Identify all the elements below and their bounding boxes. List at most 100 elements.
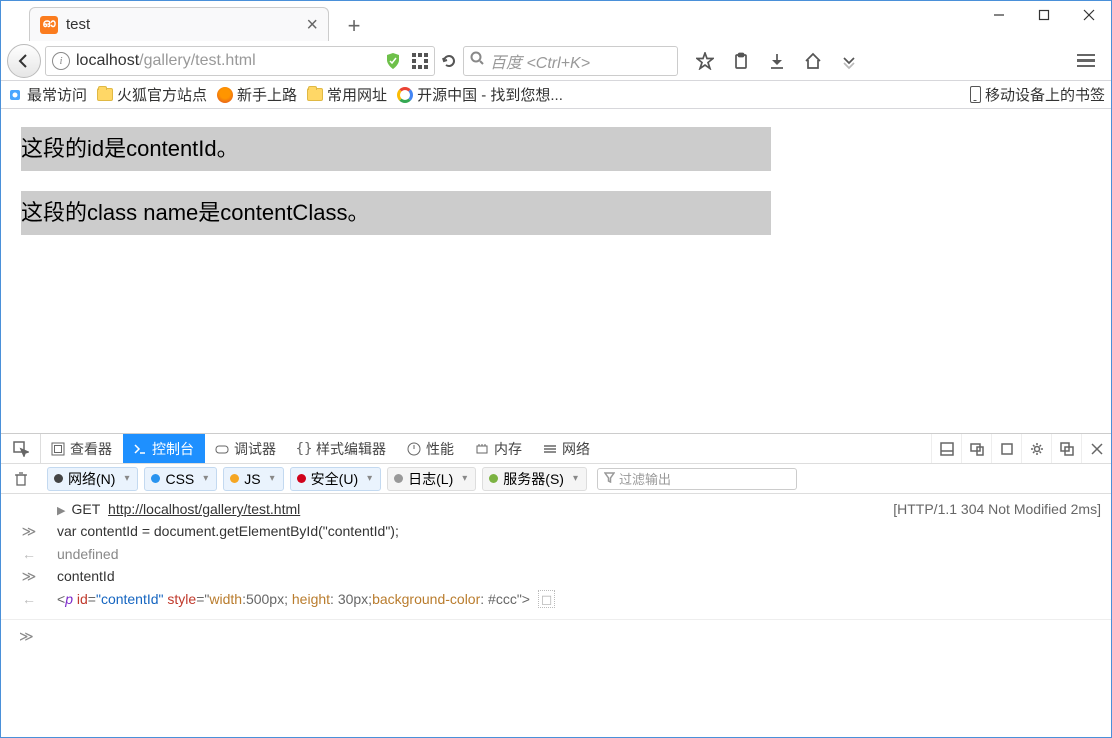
funnel-icon	[604, 471, 615, 486]
filter-placeholder: 过滤输出	[619, 469, 671, 488]
filter-server[interactable]: 服务器(S)▾	[482, 467, 587, 491]
clipboard-icon[interactable]	[724, 46, 758, 76]
request-status: [HTTP/1.1 304 Not Modified 2ms]	[873, 501, 1101, 517]
reload-button[interactable]	[439, 51, 459, 71]
toolbar-icons	[688, 46, 866, 76]
folder-icon	[307, 88, 323, 101]
settings-button[interactable]	[1021, 434, 1051, 463]
responsive-button[interactable]	[961, 434, 991, 463]
console-filter-bar: 网络(N)▾ CSS▾ JS▾ 安全(U)▾ 日志(L)▾ 服务器(S)▾ 过滤…	[1, 464, 1111, 494]
window-controls	[976, 1, 1111, 29]
debugger-icon	[215, 442, 229, 456]
memory-icon	[475, 442, 489, 456]
console-line: var contentId = document.getElementById(…	[57, 523, 1101, 539]
filter-network[interactable]: 网络(N)▾	[47, 467, 138, 491]
chevron-down-icon: ▾	[270, 473, 275, 484]
back-button[interactable]	[7, 44, 41, 78]
bookmark-label: 开源中国 - 找到您想...	[417, 84, 563, 105]
output-arrow-icon: ←	[1, 591, 57, 607]
prompt-icon: ≫	[19, 628, 34, 645]
filter-css[interactable]: CSS▾	[144, 467, 217, 491]
style-icon: {}	[297, 442, 311, 456]
new-tab-button[interactable]: +	[339, 11, 369, 41]
window-titlebar: ഓ test × +	[1, 1, 1111, 41]
tab-memory[interactable]: 内存	[465, 434, 533, 463]
oschina-icon	[397, 87, 413, 103]
request-url[interactable]: http://localhost/gallery/test.html	[108, 501, 300, 517]
bookmark-common-urls[interactable]: 常用网址	[307, 84, 387, 105]
chevron-down-icon: ▾	[124, 473, 129, 484]
maximize-button[interactable]	[1021, 1, 1066, 29]
console-input[interactable]: ≫	[1, 619, 1111, 653]
bookmark-most-visited[interactable]: 最常访问	[7, 84, 87, 105]
devtools-tabbar: 查看器 控制台 调试器 {}样式编辑器 性能 内存 网络	[1, 434, 1111, 464]
console-row-output: ← undefined	[1, 543, 1111, 565]
minimize-button[interactable]	[976, 1, 1021, 29]
bookmark-label: 移动设备上的书签	[985, 84, 1105, 105]
shield-icon[interactable]	[384, 52, 402, 70]
console-row-request[interactable]: ▶GET http://localhost/gallery/test.html …	[1, 498, 1111, 520]
overflow-icon[interactable]	[832, 46, 866, 76]
element-picker-button[interactable]	[1, 434, 41, 463]
console-icon	[133, 442, 147, 456]
tab-close-icon[interactable]: ×	[306, 15, 318, 35]
bookmark-mobile[interactable]: 移动设备上的书签	[970, 84, 1105, 105]
chevron-down-icon: ▾	[203, 473, 208, 484]
tab-performance[interactable]: 性能	[397, 434, 465, 463]
tab-console[interactable]: 控制台	[123, 434, 205, 463]
folder-icon	[97, 88, 113, 101]
phone-icon	[970, 86, 981, 103]
close-button[interactable]	[1066, 1, 1111, 29]
tab-inspector[interactable]: 查看器	[41, 434, 123, 463]
url-host: localhost	[76, 52, 139, 69]
bookmark-label: 火狐官方站点	[117, 84, 207, 105]
bookmark-pin-icon	[7, 87, 23, 103]
download-icon[interactable]	[760, 46, 794, 76]
menu-button[interactable]	[1067, 46, 1105, 76]
search-icon	[470, 51, 484, 70]
bookmark-label: 最常访问	[27, 84, 87, 105]
bookmark-oschina[interactable]: 开源中国 - 找到您想...	[397, 84, 563, 105]
url-bar[interactable]: i localhost/gallery/test.html	[45, 46, 435, 76]
site-info-icon[interactable]: i	[52, 52, 70, 70]
search-placeholder: 百度 <Ctrl+K>	[490, 49, 590, 73]
navigation-bar: i localhost/gallery/test.html 百度 <Ctrl+K…	[1, 41, 1111, 81]
console-output: ▶GET http://localhost/gallery/test.html …	[1, 494, 1111, 619]
expand-triangle-icon[interactable]: ▶	[57, 505, 65, 517]
element-target-icon[interactable]: ◻	[538, 590, 556, 608]
search-bar[interactable]: 百度 <Ctrl+K>	[463, 46, 678, 76]
bookmark-firefox-official[interactable]: 火狐官方站点	[97, 84, 207, 105]
page-content: 这段的id是contentId。 这段的class name是contentCl…	[1, 109, 1111, 433]
console-line: undefined	[57, 546, 1101, 562]
filter-security[interactable]: 安全(U)▾	[290, 467, 381, 491]
split-button[interactable]	[931, 434, 961, 463]
bookmarks-toolbar: 最常访问 火狐官方站点 新手上路 常用网址 开源中国 - 找到您想... 移动设…	[1, 81, 1111, 109]
bookmark-label: 常用网址	[327, 84, 387, 105]
filter-js[interactable]: JS▾	[223, 467, 283, 491]
chevron-down-icon: ▾	[573, 473, 578, 484]
browser-tab[interactable]: ഓ test ×	[29, 7, 329, 41]
home-icon[interactable]	[796, 46, 830, 76]
console-line: contentId	[57, 568, 1101, 584]
frame-button[interactable]	[991, 434, 1021, 463]
prompt-icon: ≫	[1, 523, 57, 540]
network-icon	[543, 442, 557, 456]
devtools-close-button[interactable]	[1081, 434, 1111, 463]
inspector-icon	[51, 442, 65, 456]
tab-network[interactable]: 网络	[533, 434, 601, 463]
bookmark-getting-started[interactable]: 新手上路	[217, 84, 297, 105]
console-row-input: ≫ var contentId = document.getElementByI…	[1, 520, 1111, 543]
console-row-element[interactable]: ← <p id="contentId" style="width:500px; …	[1, 588, 1111, 611]
tab-debugger[interactable]: 调试器	[205, 434, 287, 463]
firefox-icon	[217, 87, 233, 103]
qr-icon[interactable]	[412, 53, 428, 69]
filter-input[interactable]: 过滤输出	[597, 468, 797, 490]
chevron-down-icon: ▾	[462, 473, 467, 484]
filter-log[interactable]: 日志(L)▾	[387, 467, 476, 491]
dock-button[interactable]	[1051, 434, 1081, 463]
tab-style-editor[interactable]: {}样式编辑器	[287, 434, 397, 463]
bookmark-star-icon[interactable]	[688, 46, 722, 76]
clear-console-button[interactable]	[1, 471, 41, 487]
console-element-output: <p id="contentId" style="width:500px; he…	[57, 591, 1101, 608]
chevron-down-icon: ▾	[367, 473, 372, 484]
